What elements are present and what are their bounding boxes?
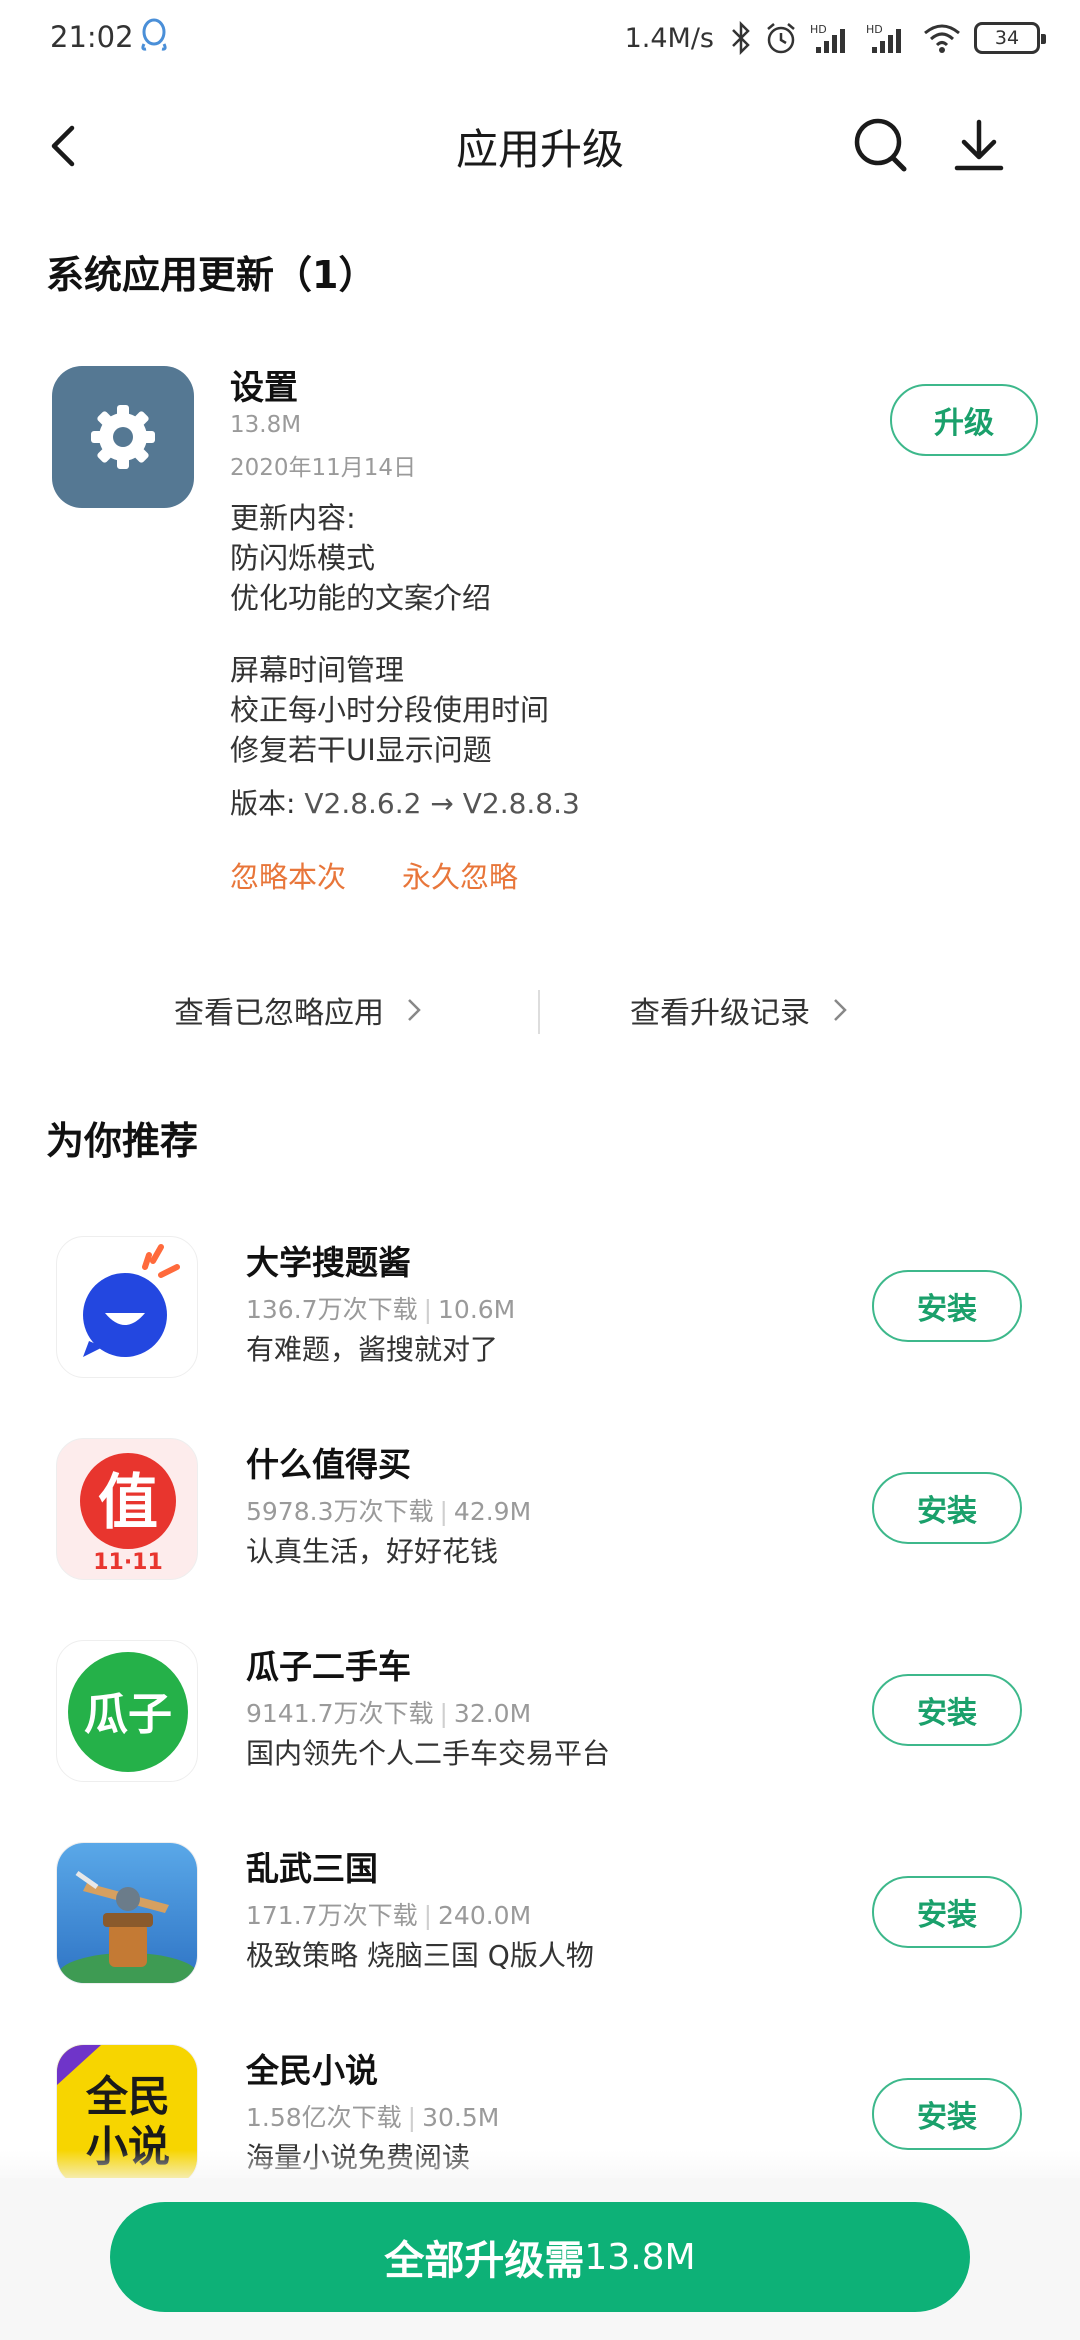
status-time: 21:02	[50, 20, 134, 54]
version-label: 版本:	[230, 787, 296, 820]
app-icon: 瓜子	[56, 1640, 198, 1782]
settings-app-name: 设置	[230, 368, 298, 408]
changelog: 更新内容: 防闪烁模式 优化功能的文案介绍 屏幕时间管理 校正每小时分段使用时间…	[230, 498, 549, 770]
app-icon	[56, 1842, 198, 1984]
app-name: 瓜子二手车	[246, 1647, 411, 1686]
app-size: 10.6M	[438, 1295, 516, 1324]
list-item[interactable]: 瓜子 瓜子二手车 9141.7万次下载 | 32.0M 国内领先个人二手车交易平台 …	[0, 1640, 1080, 1800]
upgrade-button[interactable]: 升级	[890, 384, 1038, 456]
install-button[interactable]: 安装	[872, 2078, 1022, 2150]
status-bar: 21:02 1.4M/s HD HD 34	[0, 0, 1080, 80]
install-button[interactable]: 安装	[872, 1876, 1022, 1948]
app-size: 32.0M	[453, 1699, 532, 1728]
app-downloads: 5978.3万次下载	[246, 1497, 434, 1526]
signal-hd-icon: HD	[810, 23, 845, 53]
recommended-header: 为你推荐	[46, 1119, 199, 1163]
app-stats: 171.7万次下载 | 240.0M	[246, 1901, 532, 1930]
net-speed: 1.4M/s	[624, 22, 714, 54]
battery-level: 34	[994, 27, 1020, 49]
chevron-right-icon	[834, 999, 847, 1021]
divider	[538, 990, 540, 1034]
changelog-item: 优化功能的文案介绍	[230, 581, 492, 615]
alarm-icon	[767, 23, 795, 54]
app-description: 认真生活，好好花钱	[246, 1535, 499, 1568]
install-button[interactable]: 安装	[872, 1674, 1022, 1746]
upgrade-all-label: 全部升级需	[384, 2238, 585, 2284]
svg-text:HD: HD	[866, 23, 883, 36]
app-size: 42.9M	[453, 1497, 532, 1526]
app-icon	[56, 1236, 198, 1378]
guazi-logo-icon: 瓜子	[68, 1652, 188, 1772]
app-downloads: 1.58亿次下载	[246, 2103, 402, 2132]
icon-sublabel: 11·11	[93, 1550, 163, 1575]
version-line: 版本: V2.8.6.2 → V2.8.8.3	[230, 782, 580, 822]
app-size: 240.0M	[438, 1901, 532, 1930]
bottom-bar: 全部升级需 13.8M	[0, 2178, 1080, 2340]
settings-app-size: 13.8M	[230, 412, 302, 438]
view-ignored-apps-label: 查看已忽略应用	[174, 996, 384, 1031]
changelog-item: 防闪烁模式	[230, 541, 376, 575]
app-description: 有难题，酱搜就对了	[246, 1333, 499, 1366]
bluetooth-icon	[732, 21, 750, 55]
chevron-right-icon	[408, 999, 421, 1021]
chat-bubble-icon	[83, 1244, 180, 1357]
changelog-title: 更新内容:	[230, 501, 356, 535]
app-description: 国内领先个人二手车交易平台	[246, 1737, 611, 1770]
list-item[interactable]: 乱武三国 171.7万次下载 | 240.0M 极致策略 烧脑三国 Q版人物 安装	[0, 1842, 1080, 2002]
list-item[interactable]: 值 11·11 什么值得买 5978.3万次下载 | 42.9M 认真生活，好好花钱…	[0, 1438, 1080, 1598]
app-name: 什么值得买	[246, 1445, 411, 1484]
app-description: 极致策略 烧脑三国 Q版人物	[246, 1939, 594, 1972]
app-stats: 1.58亿次下载 | 30.5M	[246, 2103, 500, 2132]
game-tower-icon	[57, 1843, 197, 1983]
list-item[interactable]: 大学搜题酱 136.7万次下载 | 10.6M 有难题，酱搜就对了 安装	[0, 1236, 1080, 1396]
ignore-forever-link[interactable]: 永久忽略	[402, 854, 518, 896]
upgrade-all-button[interactable]: 全部升级需 13.8M	[110, 2202, 970, 2312]
wifi-icon	[924, 24, 960, 53]
view-upgrade-history-link[interactable]: 查看升级记录	[630, 988, 848, 1032]
search-icon[interactable]	[850, 112, 910, 176]
install-button[interactable]: 安装	[872, 1270, 1022, 1342]
smzdm-logo-icon: 值 11·11	[80, 1453, 176, 1575]
app-downloads: 136.7万次下载	[246, 1295, 418, 1324]
view-ignored-apps-link[interactable]: 查看已忽略应用	[174, 988, 422, 1032]
status-icons: 1.4M/s HD HD 34	[624, 16, 1046, 60]
icon-label: 全民	[85, 2072, 170, 2121]
battery-icon: 34	[974, 22, 1046, 54]
app-name: 全民小说	[246, 2051, 378, 2090]
qq-icon	[141, 18, 167, 51]
link-row: 查看已忽略应用 查看升级记录	[0, 980, 1080, 1040]
app-stats: 5978.3万次下载 | 42.9M	[246, 1497, 532, 1526]
changelog-item: 修复若干UI显示问题	[230, 733, 492, 767]
icon-label: 瓜子	[84, 1689, 172, 1740]
gear-icon	[91, 405, 155, 469]
changelog-item: 屏幕时间管理	[230, 653, 405, 687]
app-stats: 9141.7万次下载 | 32.0M	[246, 1699, 532, 1728]
settings-app-icon	[52, 366, 194, 508]
system-updates-header: 系统应用更新（1）	[46, 253, 377, 297]
download-icon[interactable]	[952, 112, 1006, 176]
app-downloads: 171.7万次下载	[246, 1901, 418, 1930]
app-icon: 值 11·11	[56, 1438, 198, 1580]
upgrade-all-size: 13.8M	[584, 2236, 696, 2278]
app-downloads: 9141.7万次下载	[246, 1699, 434, 1728]
icon-label: 值	[98, 1468, 158, 1538]
nav-bar: 应用升级	[0, 90, 1080, 200]
signal-hd-icon-2: HD	[866, 23, 901, 53]
settings-app-date: 2020年11月14日	[230, 455, 417, 481]
view-upgrade-history-label: 查看升级记录	[630, 996, 810, 1031]
ignore-once-link[interactable]: 忽略本次	[230, 854, 346, 896]
app-stats: 136.7万次下载 | 10.6M	[246, 1295, 516, 1324]
svg-text:HD: HD	[810, 23, 827, 36]
changelog-item: 校正每小时分段使用时间	[230, 693, 550, 727]
version-value: V2.8.6.2 → V2.8.8.3	[304, 787, 580, 820]
install-button[interactable]: 安装	[872, 1472, 1022, 1544]
app-name: 乱武三国	[246, 1849, 378, 1888]
app-size: 30.5M	[422, 2103, 500, 2132]
app-name: 大学搜题酱	[246, 1243, 411, 1282]
page-title: 应用升级	[455, 125, 624, 174]
